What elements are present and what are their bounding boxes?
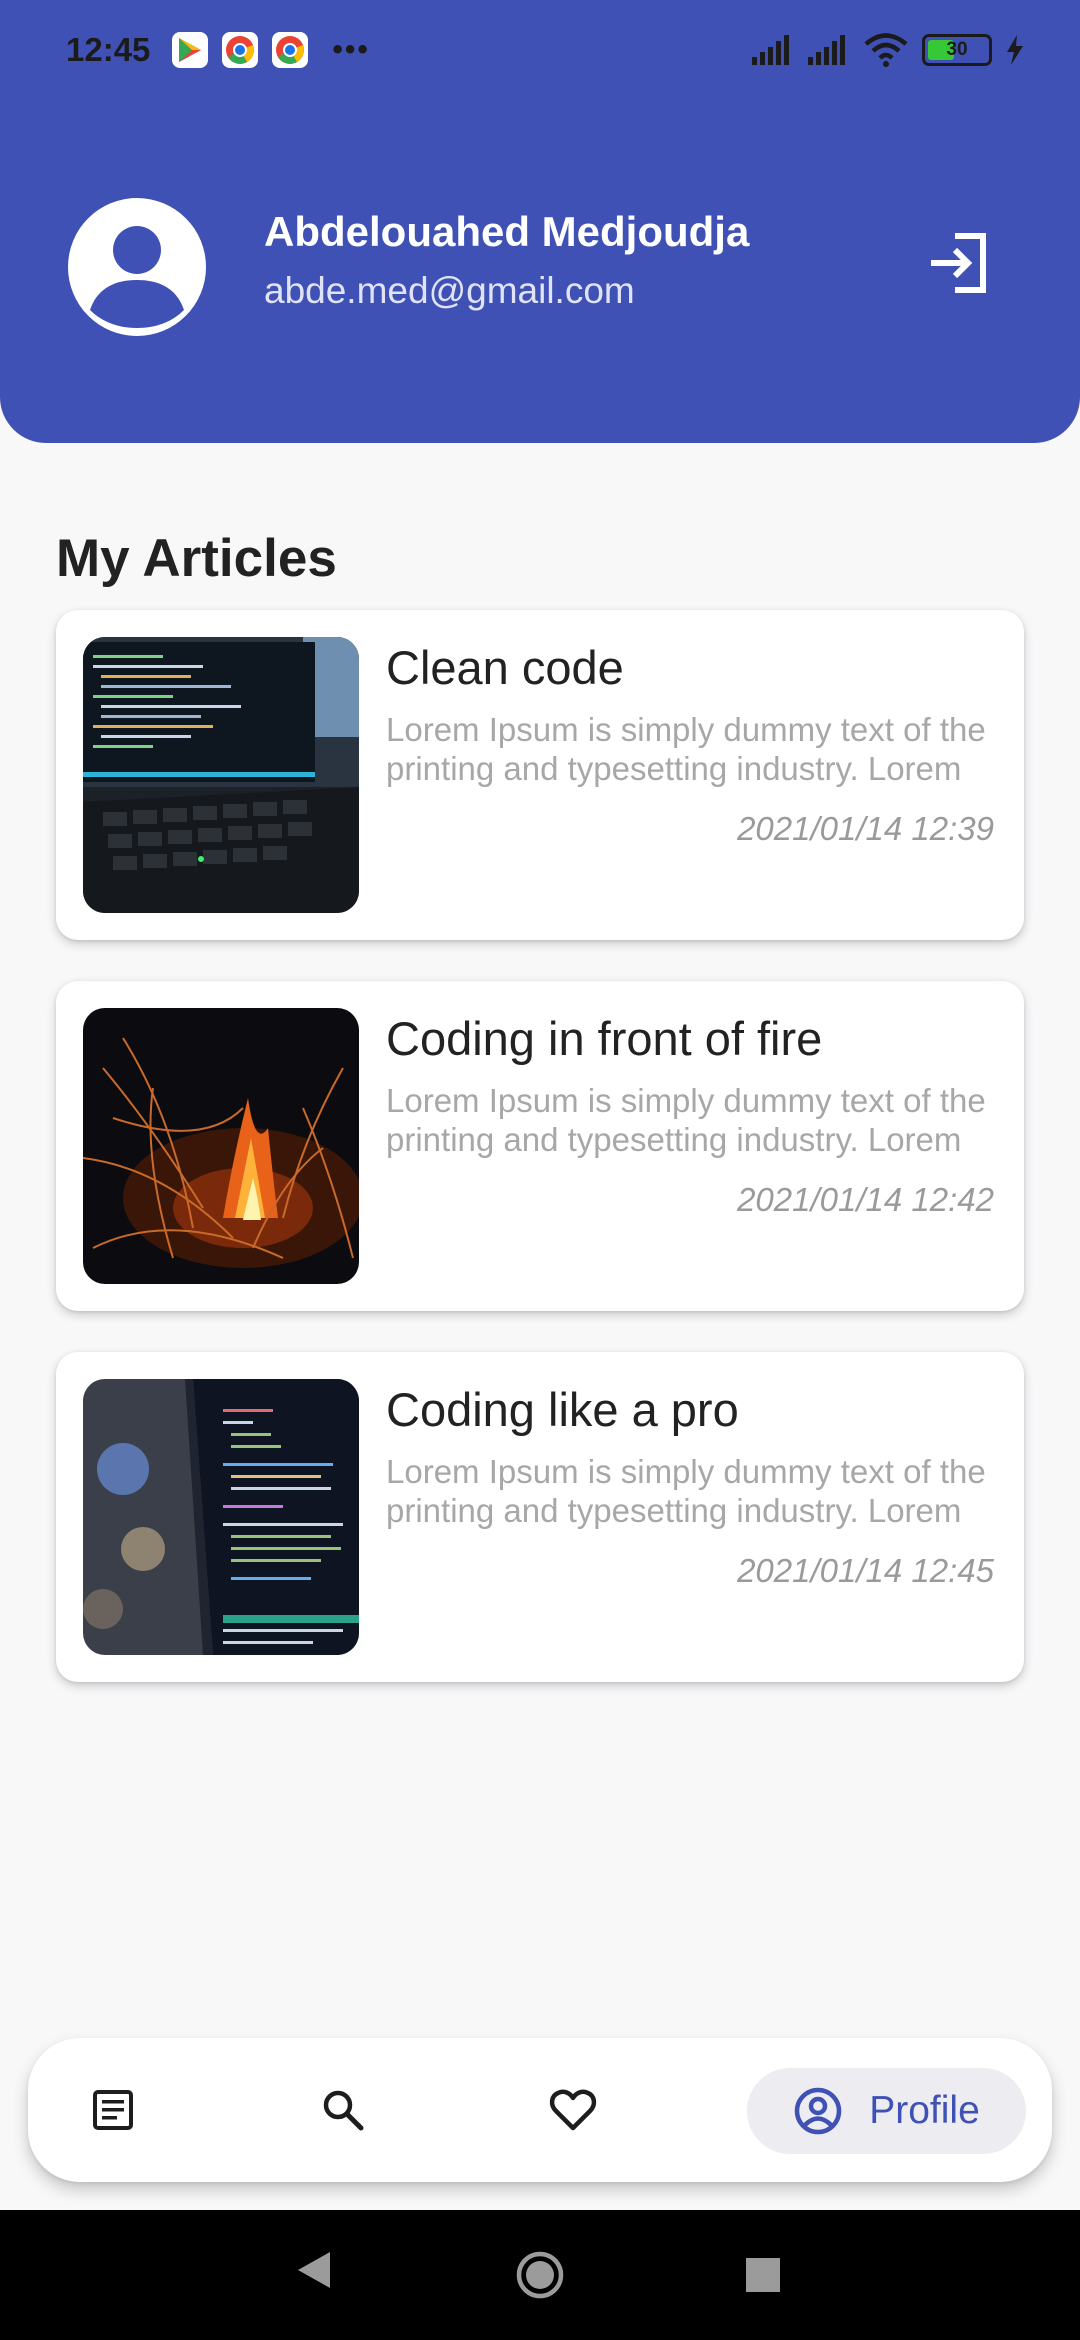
status-bar: 12:45 ••• 30	[0, 0, 1080, 100]
nav-profile-label: Profile	[869, 2089, 980, 2132]
article-thumbnail	[83, 637, 359, 913]
article-card[interactable]: Coding in front of fire Lorem Ipsum is s…	[56, 981, 1024, 1311]
article-thumbnail	[83, 1008, 359, 1284]
article-title: Coding like a pro	[386, 1383, 739, 1436]
article-thumbnail	[83, 1379, 359, 1655]
battery-icon: 30	[922, 34, 992, 66]
wifi-icon	[864, 33, 908, 67]
system-navigation-bar	[0, 2210, 1080, 2340]
person-icon	[90, 226, 184, 328]
back-icon	[298, 2252, 330, 2288]
account-circle-icon	[794, 2087, 842, 2135]
home-icon	[516, 2251, 564, 2299]
more-notifications-icon: •••	[332, 33, 370, 66]
laptop-code-image	[83, 637, 359, 913]
article-description: Lorem Ipsum is simply dummy text of the …	[386, 711, 986, 787]
code-screen-image	[83, 1379, 359, 1655]
recents-button[interactable]	[746, 2258, 780, 2297]
nav-articles-button[interactable]	[58, 2038, 168, 2182]
campfire-image	[83, 1008, 359, 1284]
chrome-icon	[222, 32, 259, 68]
play-store-icon	[172, 32, 209, 68]
article-date: 2021/01/14 12:45	[737, 1552, 994, 1589]
nav-search-button[interactable]	[288, 2038, 398, 2182]
section-title: My Articles	[56, 529, 337, 588]
article-date: 2021/01/14 12:42	[737, 1181, 994, 1218]
battery-level: 30	[946, 39, 968, 60]
article-icon	[93, 2090, 133, 2130]
article-description: Lorem Ipsum is simply dummy text of the …	[386, 1082, 986, 1158]
article-card[interactable]: Clean code Lorem Ipsum is simply dummy t…	[56, 610, 1024, 940]
back-button[interactable]	[296, 2250, 332, 2295]
status-time: 12:45	[66, 31, 151, 68]
user-name: Abdelouahed Medjoudja	[264, 208, 750, 255]
user-email: abde.med@gmail.com	[264, 270, 635, 311]
logout-icon	[931, 233, 986, 293]
article-card[interactable]: Coding like a pro Lorem Ipsum is simply …	[56, 1352, 1024, 1682]
signal-icon	[752, 35, 789, 65]
nav-profile-button[interactable]: Profile	[747, 2068, 1026, 2154]
charging-icon	[1007, 35, 1023, 65]
heart-icon	[549, 2089, 597, 2131]
home-button[interactable]	[515, 2250, 565, 2305]
article-title: Coding in front of fire	[386, 1012, 823, 1065]
avatar[interactable]	[68, 198, 206, 336]
chrome-icon	[272, 32, 309, 68]
signal-icon	[808, 35, 845, 65]
article-description: Lorem Ipsum is simply dummy text of the …	[386, 1453, 986, 1529]
recents-icon	[746, 2258, 780, 2292]
article-date: 2021/01/14 12:39	[737, 810, 994, 847]
bottom-navigation: Profile	[28, 2038, 1052, 2182]
article-title: Clean code	[386, 641, 624, 694]
nav-favorites-button[interactable]	[518, 2038, 628, 2182]
logout-button[interactable]	[925, 230, 991, 296]
search-icon	[323, 2090, 364, 2131]
